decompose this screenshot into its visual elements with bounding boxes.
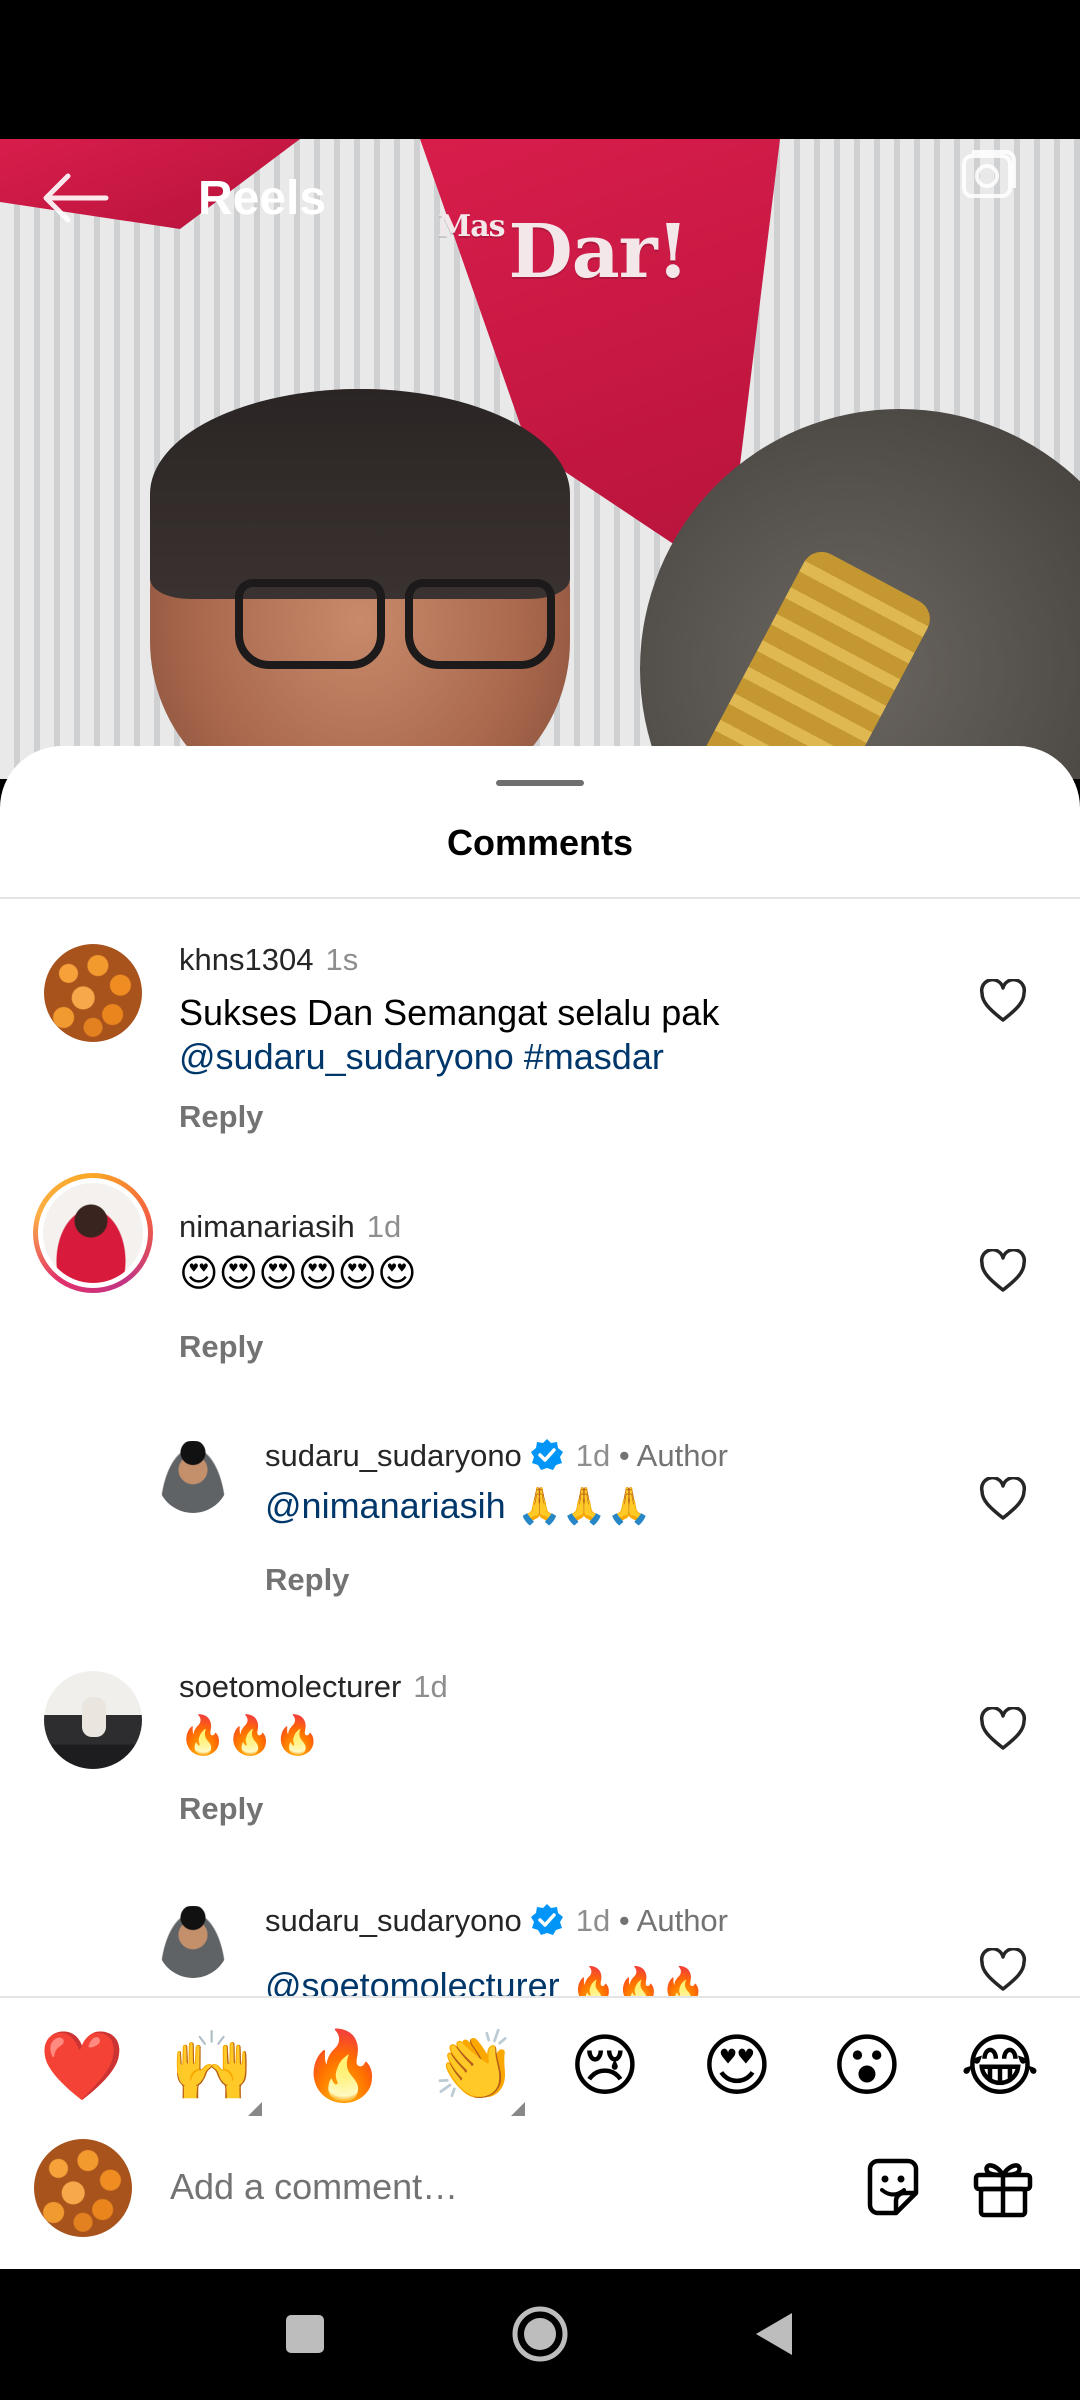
avatar[interactable] (33, 1173, 153, 1293)
comment-input[interactable] (170, 2157, 810, 2217)
heart-icon[interactable] (979, 979, 1027, 1023)
quick-reactions-bar: ❤️ 🙌 🔥 👏 😢 😍 😮 😂 (0, 1996, 1080, 2133)
reaction-crying[interactable]: 😢 (560, 2022, 650, 2112)
reply-button[interactable]: Reply (265, 1562, 349, 1598)
reaction-heart[interactable]: ❤️ (37, 2022, 127, 2112)
status-bar (0, 0, 1080, 139)
system-nav-bar (0, 2269, 1080, 2400)
drag-handle[interactable] (496, 780, 584, 786)
gift-icon[interactable] (970, 2155, 1036, 2221)
comment-username[interactable]: sudaru_sudaryono 1d • Author (265, 1438, 728, 1474)
heart-icon[interactable] (979, 1707, 1027, 1751)
reaction-fire[interactable]: 🔥 (298, 2022, 388, 2112)
sheet-title: Comments (446, 822, 634, 863)
comment-username[interactable]: soetomolecturer 1d (179, 1669, 448, 1705)
comment-mention[interactable]: @sudaru_sudaryono #masdar (179, 1036, 664, 1077)
comment-mention[interactable]: @soetomolecturer (265, 1965, 560, 1999)
comment-username[interactable]: sudaru_sudaryono 1d • Author (265, 1903, 728, 1939)
reaction-clap[interactable]: 👏 (430, 2022, 520, 2112)
comment-list[interactable]: khns1304 1s Sukses Dan Semangat selalu pa… (0, 899, 1080, 1999)
reaction-raised-hands[interactable]: 🙌 (167, 2022, 257, 2112)
reply-item: sudaru_sudaryono 1d • Author @nimanariasi… (0, 1399, 1080, 1629)
avatar[interactable] (44, 1671, 142, 1769)
comment-item: soetomolecturer 1d 🔥🔥🔥 Reply (0, 1629, 1080, 1864)
comment-time: 1d (575, 1438, 611, 1473)
back-triangle-icon[interactable] (740, 2299, 810, 2369)
reply-button[interactable]: Reply (179, 1329, 263, 1365)
comment-username[interactable]: khns1304 1s (179, 942, 358, 978)
comment-mention[interactable]: @nimanariasih (265, 1485, 506, 1526)
camera-icon[interactable] (956, 144, 1022, 204)
reaction-laughing[interactable]: 😂 (955, 2022, 1045, 2112)
recents-icon[interactable] (270, 2299, 340, 2369)
glasses-right (405, 579, 555, 669)
avatar[interactable] (157, 1441, 229, 1513)
avatar[interactable] (44, 944, 142, 1042)
comment-text: Sukses Dan Semangat selalu pak @sudaru_s… (179, 992, 720, 1077)
comment-time: 1d (575, 1903, 611, 1938)
comment-composer (0, 2133, 1080, 2269)
comment-username[interactable]: nimanariasih 1d (179, 1209, 401, 1245)
home-icon[interactable] (505, 2299, 575, 2369)
comment-time: 1s (325, 942, 359, 977)
reels-topbar: Reels (0, 139, 1080, 259)
sticker-icon[interactable] (860, 2155, 926, 2221)
back-arrow-icon[interactable] (40, 173, 110, 223)
comment-text: @nimanariasih 🙏🙏🙏 (265, 1485, 652, 1527)
reply-item: sudaru_sudaryono 1d • Author @soetomolect… (0, 1864, 1080, 1999)
avatar[interactable] (157, 1906, 229, 1978)
comment-text: 😍😍😍😍😍😍 (179, 1251, 417, 1295)
comment-text: 🔥🔥🔥 (179, 1713, 321, 1757)
heart-icon[interactable] (979, 1477, 1027, 1521)
heart-icon[interactable] (979, 1948, 1027, 1992)
heart-icon[interactable] (979, 1249, 1027, 1293)
reply-button[interactable]: Reply (179, 1099, 263, 1135)
comment-text: @soetomolecturer 🔥🔥🔥 (265, 1964, 706, 1999)
my-avatar (34, 2139, 132, 2237)
verified-icon (530, 1439, 563, 1470)
comment-item: khns1304 1s Sukses Dan Semangat selalu pa… (0, 899, 1080, 1169)
comment-time: 1d (413, 1669, 448, 1704)
reply-button[interactable]: Reply (179, 1791, 263, 1827)
glasses-left (235, 579, 385, 669)
author-badge: • Author (618, 1438, 728, 1473)
reaction-heart-eyes[interactable]: 😍 (692, 2022, 782, 2112)
person-hair (150, 389, 570, 599)
skin-tone-indicator (511, 2102, 525, 2116)
comment-item: nimanariasih 1d 😍😍😍😍😍😍 Reply (0, 1169, 1080, 1399)
page-title: Reels (198, 172, 327, 225)
verified-icon (530, 1904, 563, 1935)
reaction-surprised[interactable]: 😮 (822, 2022, 912, 2112)
comment-time: 1d (366, 1209, 402, 1244)
skin-tone-indicator (248, 2102, 262, 2116)
author-badge: • Author (618, 1903, 728, 1938)
